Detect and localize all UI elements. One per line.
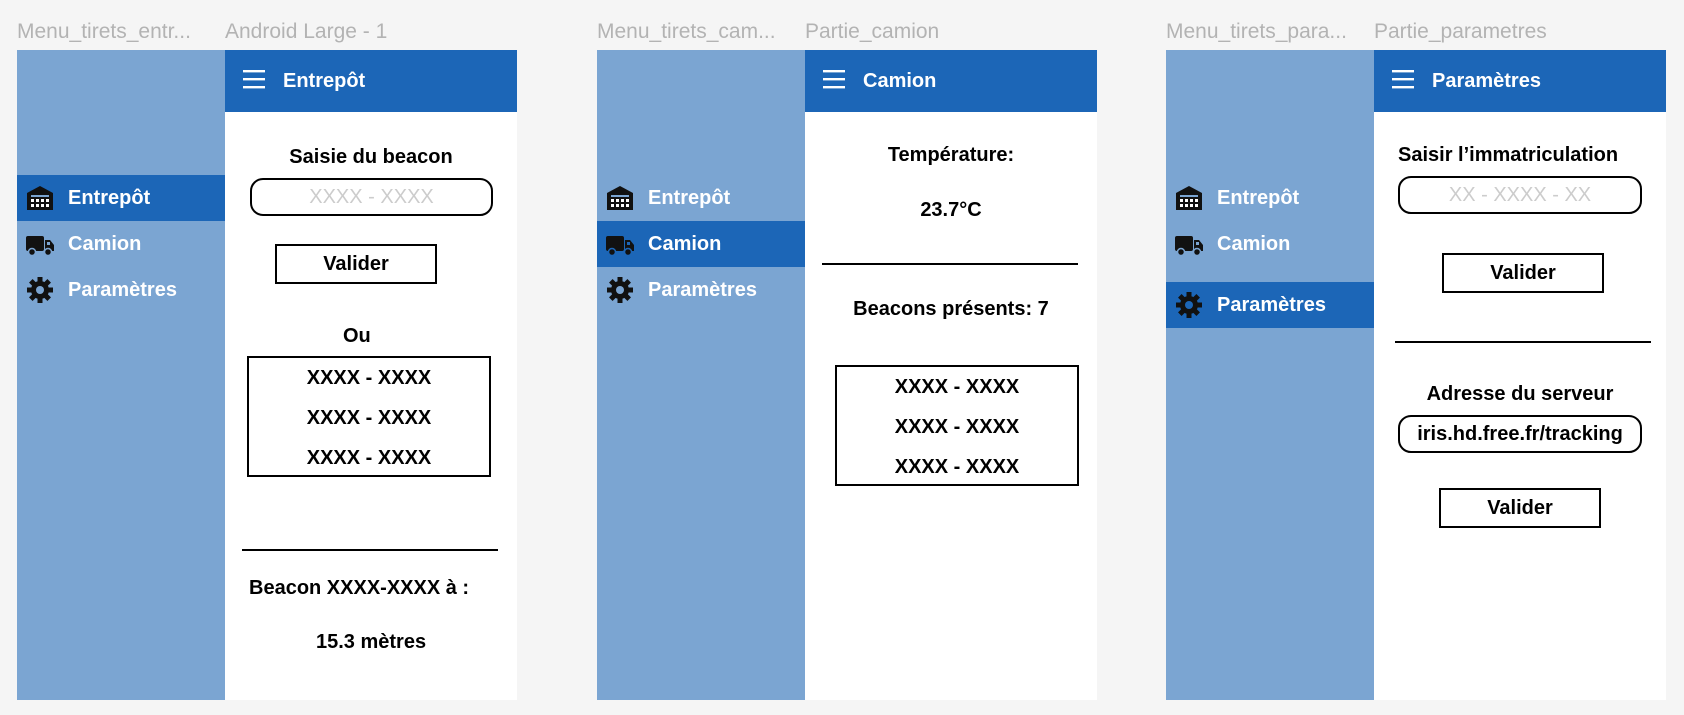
app-bar: Camion [805, 50, 1097, 112]
warehouse-icon [605, 183, 635, 213]
list-item[interactable]: XXXX - XXXX [837, 407, 1077, 447]
drawer-item-label: Entrepôt [68, 186, 151, 209]
warehouse-icon [25, 183, 55, 213]
drawer-item-label: Paramètres [68, 278, 177, 301]
drawer-item-label: Camion [1217, 232, 1291, 255]
drawer-item-camion[interactable]: Camion [1166, 221, 1374, 267]
drawer-item-camion[interactable]: Camion [597, 221, 805, 267]
hamburger-icon[interactable] [805, 66, 863, 97]
beacon-list: XXXX - XXXX XXXX - XXXX XXXX - XXXX [835, 365, 1079, 486]
drawer-item-label: Entrepôt [648, 186, 731, 209]
beacon-input-label: Saisie du beacon [289, 146, 453, 168]
drawer-item-label: Camion [68, 232, 142, 255]
validate-plate-button[interactable]: Valider [1442, 253, 1604, 293]
drawer-item-entrepot[interactable]: Entrepôt [597, 175, 805, 221]
divider [1395, 341, 1651, 343]
plate-input[interactable]: XX - XXXX - XX [1398, 176, 1642, 214]
frame-label-menu-camion: Menu_tirets_cam... [597, 20, 776, 43]
screen-parametres: Paramètres Saisir l’immatriculation XX -… [1374, 50, 1666, 700]
page-title: Paramètres [1432, 69, 1541, 92]
navigation-drawer-parametres: Entrepôt Camion Paramètres [1166, 50, 1374, 700]
frame-label-menu-parametres: Menu_tirets_para... [1166, 20, 1347, 43]
validate-server-button[interactable]: Valider [1439, 488, 1601, 528]
divider [242, 549, 498, 551]
drawer-item-entrepot[interactable]: Entrepôt [17, 175, 225, 221]
truck-icon [1174, 229, 1204, 259]
temperature-label: Température: [887, 144, 1015, 166]
server-address-label: Adresse du serveur [1426, 383, 1614, 405]
distance-value: 15.3 mètres [316, 631, 427, 653]
list-item[interactable]: XXXX - XXXX [249, 438, 489, 478]
plate-input-label: Saisir l’immatriculation [1398, 144, 1619, 166]
drawer-item-label: Entrepôt [1217, 186, 1300, 209]
screen-camion: Camion Température: 23.7°C Beacons prése… [805, 50, 1097, 700]
list-item[interactable]: XXXX - XXXX [249, 398, 489, 438]
truck-icon [25, 229, 55, 259]
drawer-item-label: Paramètres [1217, 293, 1326, 316]
temperature-value: 23.7°C [920, 199, 982, 221]
distance-label: Beacon XXXX-XXXX à : [249, 577, 470, 599]
hamburger-icon[interactable] [225, 66, 283, 97]
frame-label-menu-entrepot: Menu_tirets_entr... [17, 20, 191, 43]
beacons-present-label: Beacons présents: 7 [853, 298, 1049, 320]
app-bar: Entrepôt [225, 50, 517, 112]
frame-label-partie-parametres: Partie_parametres [1374, 20, 1547, 43]
truck-icon [605, 229, 635, 259]
app-bar: Paramètres [1374, 50, 1666, 112]
drawer-item-parametres[interactable]: Paramètres [597, 267, 805, 313]
divider [822, 263, 1078, 265]
warehouse-icon [1174, 183, 1204, 213]
drawer-item-entrepot[interactable]: Entrepôt [1166, 175, 1374, 221]
hamburger-icon[interactable] [1374, 66, 1432, 97]
navigation-drawer-camion: Entrepôt Camion Paramètres [597, 50, 805, 700]
page-title: Entrepôt [283, 69, 366, 92]
beacon-input[interactable]: XXXX - XXXX [250, 178, 493, 216]
drawer-item-camion[interactable]: Camion [17, 221, 225, 267]
drawer-item-label: Camion [648, 232, 722, 255]
navigation-drawer-entrepot: Entrepôt Camion Paramètres [17, 50, 225, 700]
gear-icon [1174, 290, 1204, 320]
or-label: Ou [343, 325, 371, 347]
drawer-item-parametres[interactable]: Paramètres [17, 267, 225, 313]
frame-label-partie-camion: Partie_camion [805, 20, 940, 43]
drawer-item-label: Paramètres [648, 278, 757, 301]
list-item[interactable]: XXXX - XXXX [249, 358, 489, 398]
list-item[interactable]: XXXX - XXXX [837, 367, 1077, 407]
gear-icon [605, 275, 635, 305]
server-address-input[interactable]: iris.hd.free.fr/tracking [1398, 415, 1642, 453]
screen-entrepot: Entrepôt Saisie du beacon XXXX - XXXX Va… [225, 50, 517, 700]
drawer-item-parametres[interactable]: Paramètres [1166, 282, 1374, 328]
validate-button[interactable]: Valider [275, 244, 437, 284]
list-item[interactable]: XXXX - XXXX [837, 447, 1077, 487]
frame-label-android-large: Android Large - 1 [225, 20, 388, 43]
page-title: Camion [863, 69, 937, 92]
gear-icon [25, 275, 55, 305]
beacon-list: XXXX - XXXX XXXX - XXXX XXXX - XXXX [247, 356, 491, 477]
